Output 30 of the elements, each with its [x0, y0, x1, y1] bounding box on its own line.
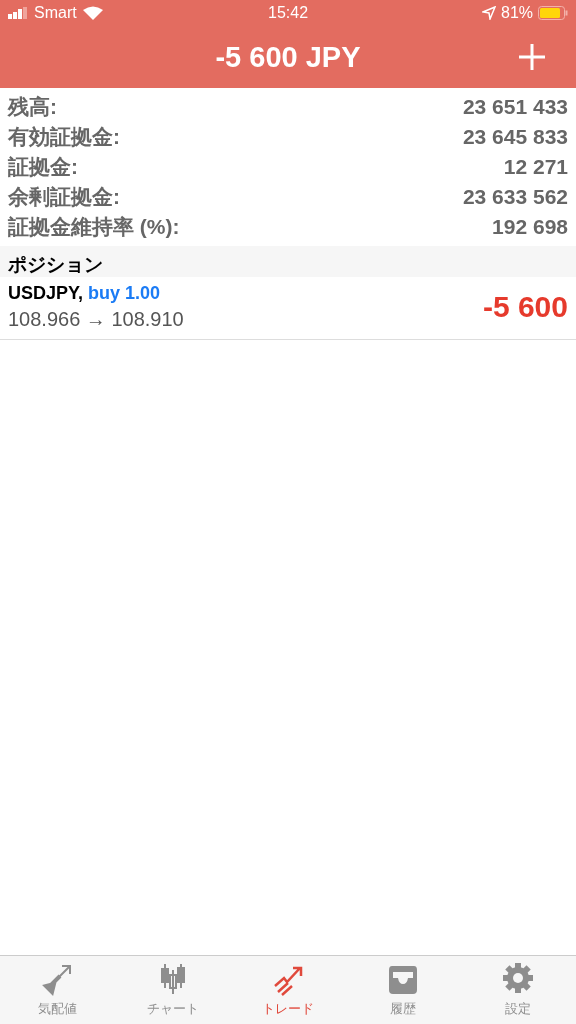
- summary-value: 12 271: [503, 155, 568, 179]
- summary-value: 23 651 433: [462, 95, 568, 119]
- summary-value: 23 633 562: [462, 185, 568, 209]
- tab-item[interactable]: 設定: [460, 956, 576, 1024]
- location-icon: [482, 6, 496, 20]
- battery-percent: 81%: [501, 4, 533, 22]
- summary-label: 証拠金維持率 (%):: [8, 214, 180, 240]
- position-row[interactable]: USDJPY, buy 1.00 108.966 → 108.910 -5 600: [0, 277, 576, 340]
- summary-label: 余剰証拠金:: [8, 184, 120, 210]
- position-prices: 108.966 → 108.910: [8, 308, 184, 331]
- tab-item[interactable]: 履歴: [345, 956, 461, 1024]
- tab-item[interactable]: 気配値: [0, 956, 116, 1024]
- carrier-name: Smart: [34, 4, 77, 22]
- status-time: 15:42: [268, 4, 309, 22]
- summary-value: 192 698: [492, 215, 568, 239]
- position-profit: -5 600: [482, 290, 568, 324]
- header-title: -5 600 JPY: [215, 40, 361, 74]
- gear-icon: [501, 962, 536, 996]
- battery-icon: [538, 6, 568, 20]
- position-symbol: USDJPY, buy 1.00: [8, 283, 162, 304]
- summary-label: 有効証拠金:: [8, 124, 120, 150]
- summary-label: 残高:: [8, 94, 57, 120]
- signal-icon: [8, 7, 28, 19]
- summary-label: 証拠金:: [8, 154, 78, 180]
- tab-item[interactable]: チャート: [115, 956, 231, 1024]
- add-icon[interactable]: [518, 43, 546, 71]
- summary-value: 23 645 833: [462, 125, 568, 149]
- section-header: ポジション: [0, 246, 576, 277]
- wifi-icon: [82, 6, 103, 20]
- tab-item[interactable]: トレード: [230, 956, 346, 1024]
